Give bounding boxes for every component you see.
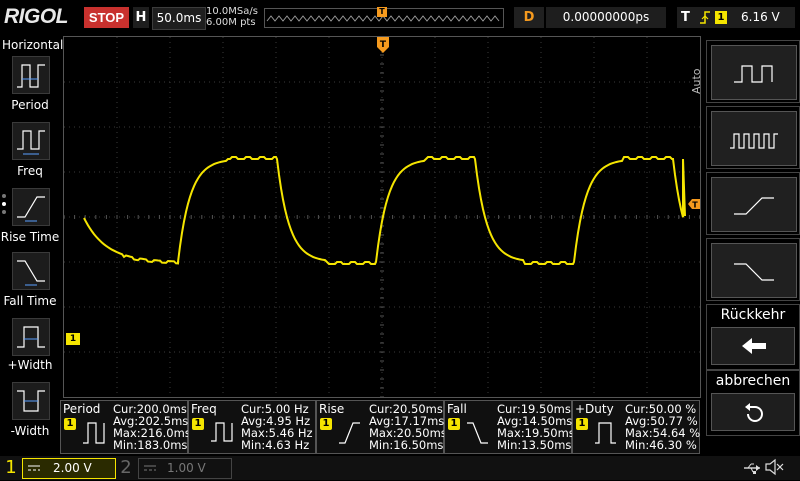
auto-option-2[interactable] (706, 106, 800, 169)
auto-option-1[interactable] (706, 40, 800, 103)
trigger-source: 1 (715, 11, 727, 24)
acquisition-info: 10.0MSa/s 6.00M pts (206, 6, 258, 28)
sample-rate: 10.0MSa/s (206, 6, 258, 17)
measurement-minimum: Min:4.63 Hz (241, 438, 310, 452)
measurement-name: Fall (447, 402, 467, 416)
back-button[interactable]: Rückkehr (706, 304, 800, 370)
ch2-scale: 1.00 V (167, 461, 206, 475)
delay-key[interactable]: D (514, 7, 544, 28)
plus-duty-icon (591, 417, 621, 453)
rise-time-icon (17, 196, 45, 222)
freq-measurement-box[interactable]: Freq 1 Cur:5.00 Hz Avg:4.95 Hz Max:5.46 Hz Mi… (188, 400, 316, 454)
period-measure-button[interactable] (12, 56, 50, 94)
plus-width-measure-button[interactable] (12, 318, 50, 356)
run-stop-button[interactable]: STOP (84, 7, 129, 28)
trigger-key: T (681, 10, 690, 25)
auto-option-4[interactable] (706, 238, 800, 301)
square-wave-icon (734, 65, 773, 83)
measurement-minimum: Min:16.50ms (369, 438, 444, 452)
freq-measure-button[interactable] (12, 122, 50, 160)
trigger-position-label: T (380, 40, 387, 50)
trigger-info[interactable]: T 1 6.16 V (677, 7, 795, 28)
speaker-muted-icon[interactable] (764, 458, 784, 480)
measurement-channel-badge: 1 (320, 418, 332, 430)
ch1-scale-box[interactable]: 2.00 V (22, 458, 116, 479)
timebase-value[interactable]: 50.0ms (152, 7, 206, 30)
rise-measurement-box[interactable]: Rise 1 Cur:20.50ms Avg:17.17ms Max:20.50ms Mi… (316, 400, 447, 454)
measurement-name: Rise (319, 402, 345, 416)
dc-coupling-icon (27, 461, 41, 481)
memory-depth: 6.00M pts (206, 17, 256, 28)
falling-ramp-icon (734, 263, 774, 281)
minus-width-measure-button[interactable] (12, 382, 50, 420)
auto-label: Auto (690, 68, 703, 94)
horizontal-menu-title: Horizontal (2, 38, 64, 52)
memory-overview: T (264, 7, 504, 28)
trigger-level-marker[interactable]: T (687, 195, 701, 214)
plus-width-label: +Width (7, 358, 53, 372)
menu-page-dots (2, 194, 8, 220)
ch2-indicator[interactable]: 2 (116, 456, 136, 480)
delay-value[interactable]: 0.00000000ps (546, 7, 666, 28)
auto-menu-tab: Auto (688, 40, 704, 100)
plus-duty-measurement-box[interactable]: +Duty 1 Cur:50.00 % Avg:50.77 % Max:54.64 % M… (572, 400, 700, 454)
fall-time-measure-button[interactable] (12, 252, 50, 290)
fall-icon (463, 417, 493, 453)
auto-option-3[interactable] (706, 172, 800, 235)
measurement-name: Freq (191, 402, 217, 416)
dc-coupling-icon (143, 461, 157, 481)
horizontal-key[interactable]: H (133, 7, 149, 28)
auto-option-3-frame (711, 177, 797, 232)
trigger-level: 6.16 V (741, 10, 780, 24)
ch1-indicator[interactable]: 1 (0, 456, 22, 480)
period-measurement-box[interactable]: Period 1 Cur:200.0ms Avg:202.5ms Max:216.0ms… (60, 400, 191, 454)
pulse-train-icon (730, 133, 778, 149)
trigger-level-label: T (692, 201, 698, 210)
rigol-logo: RIGOL (4, 5, 69, 28)
auto-option-1-frame (711, 45, 797, 100)
usb-icon (742, 460, 762, 479)
fall-time-icon (17, 260, 45, 286)
measurement-channel-badge: 1 (448, 418, 460, 430)
measurement-channel-badge: 1 (576, 418, 588, 430)
freq-icon (207, 417, 237, 453)
period-label: Period (11, 98, 49, 112)
minus-width-label: -Width (10, 424, 50, 438)
measurement-name: Period (63, 402, 101, 416)
measurement-channel-badge: 1 (64, 418, 76, 430)
measurement-minimum: Min:183.0ms (113, 438, 188, 452)
rise-time-label: Rise Time (0, 230, 60, 244)
period-icon (79, 417, 109, 453)
cancel-label: abbrechen (715, 373, 791, 389)
fall-measurement-box[interactable]: Fall 1 Cur:19.50ms Avg:14.50ms Max:19.50ms Mi… (444, 400, 575, 454)
waveform-display[interactable] (63, 36, 701, 398)
back-arrow-icon (711, 327, 795, 365)
rise-icon (335, 417, 365, 453)
ch1-ground-marker[interactable]: 1 (66, 333, 80, 345)
cancel-button[interactable]: abbrechen (706, 370, 800, 436)
measurement-channel-badge: 1 (192, 418, 204, 430)
memory-trigger-marker: T (377, 7, 387, 17)
freq-icon (17, 130, 45, 155)
period-icon (17, 64, 45, 88)
auto-option-4-frame (711, 243, 797, 298)
undo-icon (711, 393, 795, 431)
ch1-scale: 2.00 V (53, 461, 92, 475)
plus-width-icon (17, 326, 45, 348)
fall-time-label: Fall Time (3, 294, 57, 308)
graticule (63, 36, 701, 398)
auto-option-2-frame (711, 111, 797, 166)
ch1-waveform-trace (83, 156, 686, 265)
rising-ramp-icon (734, 197, 774, 215)
measurement-minimum: Min:13.50ms (497, 438, 572, 452)
minus-width-icon (17, 390, 45, 412)
rise-time-measure-button[interactable] (12, 188, 50, 226)
rising-edge-icon (699, 10, 711, 29)
freq-label: Freq (17, 164, 43, 178)
trigger-position-marker[interactable]: T (376, 36, 390, 54)
back-label: Rückkehr (720, 307, 786, 323)
measurement-name: +Duty (575, 402, 614, 416)
ch2-scale-box[interactable]: 1.00 V (138, 458, 232, 479)
measurement-minimum: Min:46.30 % (625, 438, 697, 452)
